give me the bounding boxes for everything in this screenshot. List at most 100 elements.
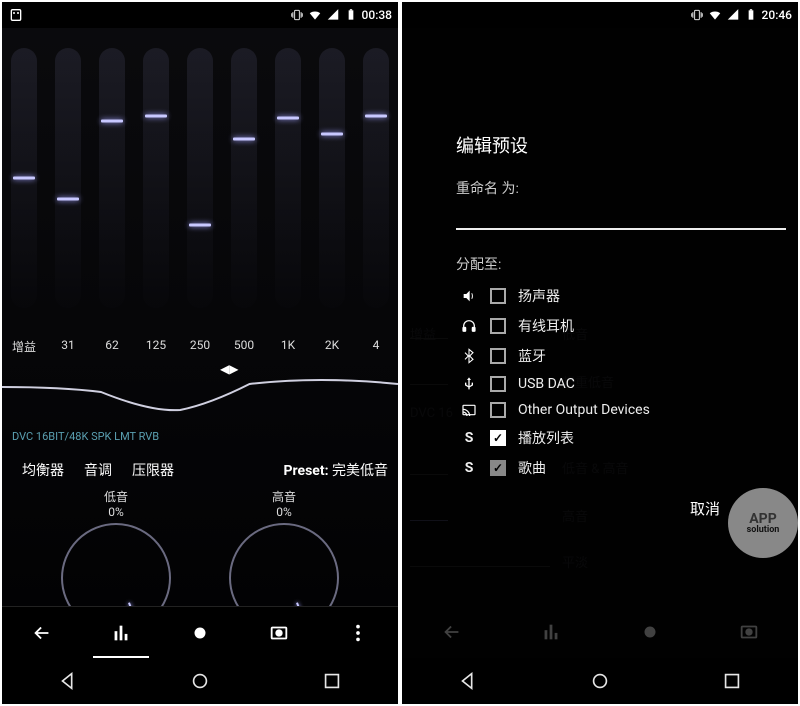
assign-item-label: 有线耳机 bbox=[518, 316, 574, 336]
eq-band-500[interactable] bbox=[222, 28, 266, 338]
signal-icon bbox=[726, 8, 740, 22]
watermark-logo: APP solution bbox=[728, 488, 798, 558]
assign-item-label: 歌曲 bbox=[518, 458, 546, 478]
dialog-title: 编辑预设 bbox=[456, 132, 786, 158]
eq-label: 2K bbox=[310, 338, 354, 355]
device-icon bbox=[460, 348, 478, 364]
more-menu[interactable] bbox=[319, 607, 398, 658]
back-button[interactable] bbox=[2, 607, 81, 658]
eq-band-1K[interactable] bbox=[266, 28, 310, 338]
waveform[interactable] bbox=[2, 362, 398, 422]
assign-item-label: 播放列表 bbox=[518, 428, 574, 448]
preset-icon: S bbox=[460, 430, 478, 446]
assign-item-播放列表[interactable]: S 播放列表 bbox=[460, 428, 786, 448]
app-notify-icon bbox=[8, 7, 24, 23]
status-time: 20:46 bbox=[762, 8, 792, 22]
bass-label: 低音 bbox=[61, 488, 171, 505]
vibrate-icon bbox=[290, 8, 304, 22]
eq-band-2K[interactable] bbox=[310, 28, 354, 338]
phone-left: 00:38 增益31621252505001K2K4 ◀▶ DVC 16BIT/… bbox=[2, 2, 398, 704]
bottom-tabs bbox=[2, 606, 398, 658]
waveform-handle-icon[interactable]: ◀▶ bbox=[220, 362, 238, 376]
edit-preset-dialog: 编辑预设 重命名 为: 分配至: 扬声器有线耳机蓝牙 USB DAC Other O… bbox=[456, 132, 786, 478]
checkbox[interactable] bbox=[490, 430, 506, 446]
eq-label: 31 bbox=[46, 338, 90, 355]
eq-band-增益[interactable] bbox=[2, 28, 46, 338]
android-navbar bbox=[402, 658, 798, 704]
tone-button[interactable]: 音调 bbox=[74, 456, 122, 484]
vibrate-icon bbox=[690, 8, 704, 22]
preset-selector[interactable]: Preset: 完美低音 bbox=[284, 460, 389, 480]
assign-item-label: Other Output Devices bbox=[518, 402, 650, 418]
nav-home-icon[interactable] bbox=[589, 670, 611, 692]
assign-item-扬声器[interactable]: 扬声器 bbox=[460, 286, 786, 306]
eq-band-4[interactable] bbox=[354, 28, 398, 338]
assign-item-Other Output Devices[interactable]: Other Output Devices bbox=[460, 402, 786, 418]
preset-icon: S bbox=[460, 460, 478, 476]
checkbox[interactable] bbox=[490, 318, 506, 334]
battery-icon bbox=[344, 8, 358, 22]
assign-label: 分配至: bbox=[456, 254, 786, 274]
volume-tab[interactable] bbox=[160, 607, 239, 658]
eq-label: 62 bbox=[90, 338, 134, 355]
more-vert-icon bbox=[347, 622, 369, 644]
wifi-icon bbox=[308, 8, 322, 22]
signal-icon bbox=[326, 8, 340, 22]
assign-item-蓝牙[interactable]: 蓝牙 bbox=[460, 346, 786, 366]
cancel-button[interactable]: 取消 bbox=[690, 498, 720, 519]
eq-label: 500 bbox=[222, 338, 266, 355]
eq-sliders bbox=[2, 28, 398, 338]
assign-item-label: USB DAC bbox=[518, 376, 575, 392]
checkbox[interactable] bbox=[490, 376, 506, 392]
checkbox[interactable] bbox=[490, 460, 506, 476]
assign-item-label: 蓝牙 bbox=[518, 346, 546, 366]
wifi-icon bbox=[708, 8, 722, 22]
assign-item-歌曲[interactable]: S 歌曲 bbox=[460, 458, 786, 478]
treble-value: 0% bbox=[229, 505, 339, 519]
eq-label: 250 bbox=[178, 338, 222, 355]
reverb-tab[interactable] bbox=[240, 607, 319, 658]
eq-band-31[interactable] bbox=[46, 28, 90, 338]
status-bar: 00:38 bbox=[2, 2, 398, 28]
rename-input[interactable] bbox=[456, 206, 786, 230]
eq-band-250[interactable] bbox=[178, 28, 222, 338]
eq-label: 1K bbox=[266, 338, 310, 355]
limiter-button[interactable]: 压限器 bbox=[122, 456, 184, 484]
dvc-info: DVC 16BIT/48K SPK LMT RVB bbox=[12, 430, 159, 443]
eq-band-labels: 增益31621252505001K2K4 bbox=[2, 338, 398, 355]
eq-band-62[interactable] bbox=[90, 28, 134, 338]
phone-right: 20:46 增益 低音 超重低音 DVC 16 低音 & 高音 高音 平淡 编辑… bbox=[402, 2, 798, 704]
bottom-tabs-bg bbox=[402, 606, 798, 658]
status-time: 00:38 bbox=[362, 8, 392, 22]
eq-label: 4 bbox=[354, 338, 398, 355]
eq-band-125[interactable] bbox=[134, 28, 178, 338]
device-icon bbox=[460, 318, 478, 334]
device-icon bbox=[460, 402, 478, 418]
nav-recent-icon[interactable] bbox=[721, 670, 743, 692]
nav-back-icon[interactable] bbox=[57, 670, 79, 692]
assign-item-有线耳机[interactable]: 有线耳机 bbox=[460, 316, 786, 336]
checkbox[interactable] bbox=[490, 348, 506, 364]
treble-label: 高音 bbox=[229, 488, 339, 505]
checkbox[interactable] bbox=[490, 288, 506, 304]
assign-item-label: 扬声器 bbox=[518, 286, 560, 306]
rename-label: 重命名 为: bbox=[456, 178, 786, 198]
bass-value: 0% bbox=[61, 505, 171, 519]
eq-label: 125 bbox=[134, 338, 178, 355]
circle-icon bbox=[189, 622, 211, 644]
android-navbar bbox=[2, 658, 398, 704]
surround-icon bbox=[268, 622, 290, 644]
checkbox[interactable] bbox=[490, 402, 506, 418]
nav-home-icon[interactable] bbox=[189, 670, 211, 692]
device-icon bbox=[460, 376, 478, 392]
status-bar: 20:46 bbox=[402, 2, 798, 28]
eq-tab[interactable] bbox=[81, 607, 160, 658]
nav-recent-icon[interactable] bbox=[321, 670, 343, 692]
nav-back-icon[interactable] bbox=[457, 670, 479, 692]
battery-icon bbox=[744, 8, 758, 22]
equalizer-icon bbox=[110, 622, 132, 644]
assign-item-USB DAC[interactable]: USB DAC bbox=[460, 376, 786, 392]
device-icon bbox=[460, 288, 478, 304]
eq-label: 增益 bbox=[2, 338, 46, 355]
equalizer-button[interactable]: 均衡器 bbox=[12, 456, 74, 484]
